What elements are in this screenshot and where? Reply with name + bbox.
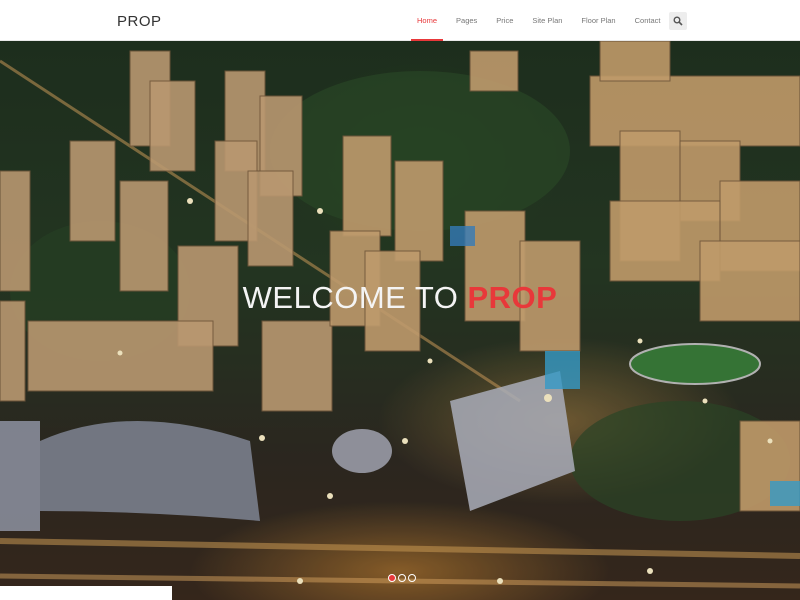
- search-icon: [673, 16, 683, 26]
- slider-pagination: [388, 574, 416, 582]
- search-button[interactable]: [669, 12, 687, 30]
- nav-item-home[interactable]: Home: [408, 0, 446, 41]
- nav-item-contact[interactable]: Contact: [626, 0, 670, 41]
- slide-dot-1[interactable]: [388, 574, 396, 582]
- hero-slider: WELCOME TO PROP: [0, 41, 800, 600]
- headline-prefix: WELCOME TO: [242, 280, 459, 315]
- nav-item-pages[interactable]: Pages: [447, 0, 486, 41]
- nav-item-price[interactable]: Price: [487, 0, 522, 41]
- main-nav: Home Pages Price Site Plan Floor Plan Co…: [408, 0, 670, 41]
- top-navbar: PROP Home Pages Price Site Plan Floor Pl…: [0, 0, 800, 41]
- nav-item-site-plan[interactable]: Site Plan: [523, 0, 571, 41]
- hero-overlay: [0, 41, 800, 600]
- nav-item-floor-plan[interactable]: Floor Plan: [572, 0, 624, 41]
- brand-logo[interactable]: PROP: [117, 13, 162, 30]
- slide-dot-3[interactable]: [408, 574, 416, 582]
- hero-headline: WELCOME TO PROP: [0, 280, 800, 316]
- headline-accent: PROP: [467, 280, 558, 315]
- bottom-left-panel: [0, 586, 172, 600]
- slide-dot-2[interactable]: [398, 574, 406, 582]
